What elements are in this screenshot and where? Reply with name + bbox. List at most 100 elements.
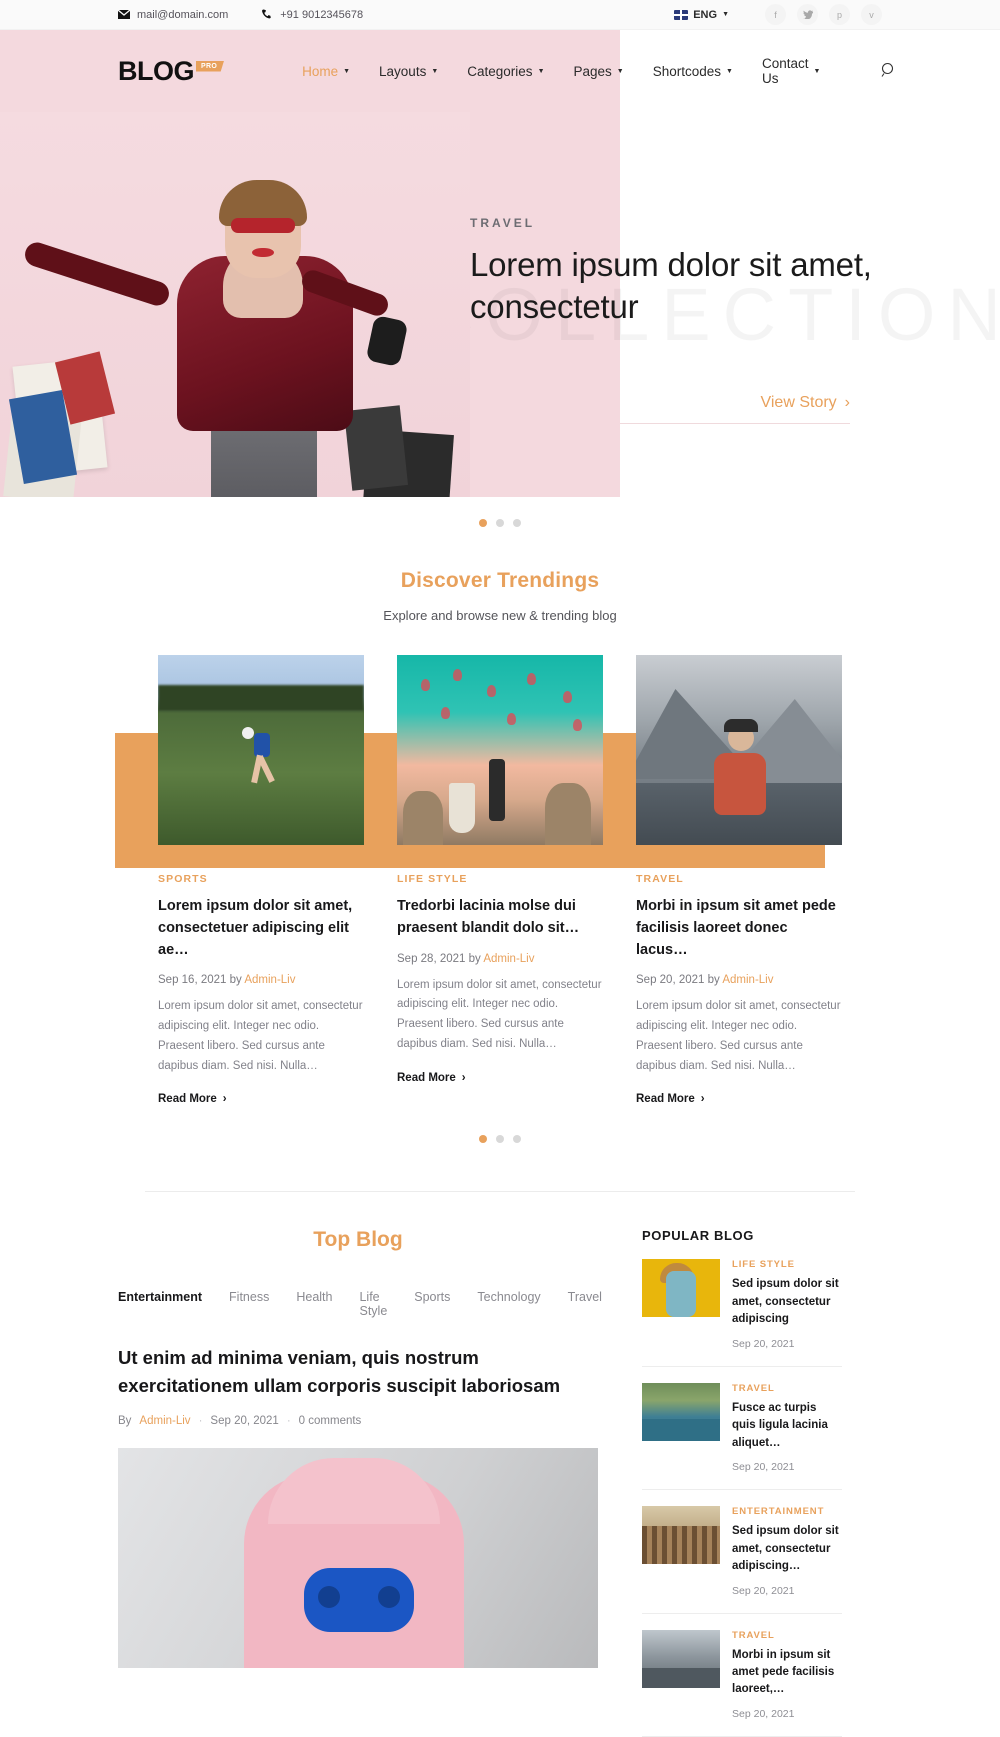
phone-icon xyxy=(262,9,273,20)
section-subtitle: Explore and browse new & trending blog xyxy=(383,608,617,623)
popular-title[interactable]: Sed ipsum dolor sit amet, consectetur ad… xyxy=(732,1276,842,1328)
post-comments[interactable]: 0 comments xyxy=(299,1415,362,1427)
trending-dot-2[interactable] xyxy=(496,1135,504,1144)
nav-label: Layouts xyxy=(379,63,427,79)
card-author[interactable]: Admin-Liv xyxy=(244,974,295,986)
hero-slider: COLLECTION TRAVEL Lorem ipsum dolor sit … xyxy=(0,112,1000,497)
post-author[interactable]: Admin-Liv xyxy=(139,1415,190,1427)
popular-title[interactable]: Sed ipsum dolor sit amet, consectetur ad… xyxy=(732,1523,842,1575)
tab-travel[interactable]: Travel xyxy=(568,1290,602,1318)
card-meta: Sep 28, 2021 by Admin-Liv xyxy=(397,953,603,965)
pinterest-icon[interactable]: p xyxy=(829,4,850,25)
facebook-icon[interactable]: f xyxy=(765,4,786,25)
topbar-right-group: ENG ▼ f p v xyxy=(674,4,1000,25)
list-item[interactable]: ENTERTAINMENT Sed ipsum dolor sit amet, … xyxy=(642,1490,842,1614)
tab-life-style[interactable]: Life Style xyxy=(359,1290,387,1318)
trending-dot-1[interactable] xyxy=(479,1135,487,1144)
chevron-right-icon: › xyxy=(844,394,850,411)
chevron-down-icon: ▼ xyxy=(431,67,439,75)
popular-date: Sep 20, 2021 xyxy=(732,1707,795,1720)
post-date: Sep 20, 2021 xyxy=(210,1415,279,1428)
popular-category[interactable]: TRAVEL xyxy=(732,1383,842,1394)
view-story-button[interactable]: View Story › xyxy=(760,394,850,412)
chevron-right-icon: › xyxy=(461,1071,466,1084)
hero-dot-2[interactable] xyxy=(496,519,504,527)
popular-title[interactable]: Morbi in ipsum sit amet pede facilisis l… xyxy=(732,1647,842,1699)
card-description: Lorem ipsum dolor sit amet, consectetur … xyxy=(397,978,602,1050)
site-logo[interactable]: BLOG PRO xyxy=(118,56,225,87)
list-item[interactable]: LIFE STYLE Sed ipsum dolor sit amet, con… xyxy=(642,1243,842,1367)
chevron-right-icon: › xyxy=(222,1093,227,1106)
tab-technology[interactable]: Technology xyxy=(477,1290,540,1318)
card-author[interactable]: Admin-Liv xyxy=(722,974,773,986)
tab-health[interactable]: Health xyxy=(296,1290,332,1318)
popular-category[interactable]: TRAVEL xyxy=(732,1630,842,1641)
trending-card-2: LIFE STYLE Tredorbi lacinia molse dui pr… xyxy=(397,873,603,1107)
read-more-button[interactable]: Read More › xyxy=(636,1093,705,1105)
card-author[interactable]: Admin-Liv xyxy=(483,953,534,965)
nav-item-contact-us[interactable]: Contact Us ▼ xyxy=(762,56,820,86)
read-more-button[interactable]: Read More › xyxy=(397,1072,466,1084)
list-item[interactable]: TRAVEL Fusce ac turpis quis ligula lacin… xyxy=(642,1367,842,1491)
chevron-right-icon: › xyxy=(700,1093,705,1106)
twitter-icon[interactable] xyxy=(797,4,818,25)
topbar-phone[interactable]: +91 9012345678 xyxy=(262,9,363,21)
card-image-travel[interactable] xyxy=(636,655,842,845)
read-more-button[interactable]: Read More › xyxy=(158,1093,227,1105)
hero-dot-1[interactable] xyxy=(479,519,487,527)
card-title[interactable]: Tredorbi lacinia molse dui praesent blan… xyxy=(397,896,603,940)
trending-cards-band xyxy=(0,655,1000,868)
popular-category[interactable]: LIFE STYLE xyxy=(732,1259,842,1270)
top-blog-tabs: Entertainment Fitness Health Life Style … xyxy=(118,1290,602,1318)
hero-dot-3[interactable] xyxy=(513,519,521,527)
language-selector[interactable]: ENG ▼ xyxy=(674,9,729,21)
sidebar-title: POPULAR BLOG xyxy=(642,1228,754,1244)
discover-trendings-section: Discover Trendings Explore and browse ne… xyxy=(0,527,1000,1193)
card-category[interactable]: LIFE STYLE xyxy=(397,873,603,885)
hero-text-block: TRAVEL Lorem ipsum dolor sit amet, conse… xyxy=(470,216,890,328)
trending-dot-3[interactable] xyxy=(513,1135,521,1144)
tab-sports[interactable]: Sports xyxy=(414,1290,450,1318)
card-meta: Sep 16, 2021 by Admin-Liv xyxy=(158,974,364,986)
card-category[interactable]: TRAVEL xyxy=(636,873,842,885)
topbar-contact-group: mail@domain.com +91 9012345678 xyxy=(0,9,363,21)
trending-card-3: TRAVEL Morbi in ipsum sit amet pede faci… xyxy=(636,873,842,1107)
nav-item-layouts[interactable]: Layouts ▼ xyxy=(379,64,438,79)
nav-item-shortcodes[interactable]: Shortcodes ▼ xyxy=(653,64,733,79)
post-title[interactable]: Ut enim ad minima veniam, quis nostrum e… xyxy=(118,1344,598,1399)
chevron-down-icon: ▼ xyxy=(722,11,729,18)
main-navigation: Home ▼ Layouts ▼ Categories ▼ Pages ▼ Sh… xyxy=(302,56,896,86)
post-meta: By Admin-Liv · Sep 20, 2021 · 0 comments xyxy=(118,1415,598,1427)
chevron-down-icon: ▼ xyxy=(726,67,733,75)
tab-fitness[interactable]: Fitness xyxy=(229,1290,269,1318)
nav-item-home[interactable]: Home ▼ xyxy=(302,64,350,79)
trending-card-images xyxy=(0,655,1000,845)
card-description: Lorem ipsum dolor sit amet, consectetur … xyxy=(636,1000,841,1072)
chevron-down-icon: ▼ xyxy=(343,67,351,75)
popular-date: Sep 20, 2021 xyxy=(732,1337,795,1350)
card-title[interactable]: Lorem ipsum dolor sit amet, consectetuer… xyxy=(158,896,364,961)
read-more-label: Read More xyxy=(397,1071,456,1084)
card-category[interactable]: SPORTS xyxy=(158,873,364,885)
list-item[interactable]: TRAVEL Morbi in ipsum sit amet pede faci… xyxy=(642,1614,842,1737)
card-image-sports[interactable] xyxy=(158,655,364,845)
tab-entertainment[interactable]: Entertainment xyxy=(118,1290,202,1318)
post-featured-image[interactable] xyxy=(118,1448,598,1669)
read-more-label: Read More xyxy=(158,1093,217,1106)
popular-category[interactable]: ENTERTAINMENT xyxy=(732,1506,842,1517)
card-date: Sep 20, 2021 xyxy=(636,974,705,987)
popular-date: Sep 20, 2021 xyxy=(732,1461,795,1474)
hero-cta-wrapper: View Story › xyxy=(620,394,850,424)
lower-content-area: Top Blog Entertainment Fitness Health Li… xyxy=(0,1228,1000,1737)
vimeo-icon[interactable]: v xyxy=(861,4,882,25)
topbar-email[interactable]: mail@domain.com xyxy=(118,9,228,21)
logo-badge: PRO xyxy=(196,60,225,72)
card-image-lifestyle[interactable] xyxy=(397,655,603,845)
card-title[interactable]: Morbi in ipsum sit amet pede facilisis l… xyxy=(636,896,842,961)
chevron-down-icon: ▼ xyxy=(616,67,624,75)
nav-item-categories[interactable]: Categories ▼ xyxy=(467,64,544,79)
chevron-down-icon: ▼ xyxy=(813,67,821,75)
search-icon[interactable] xyxy=(881,62,896,81)
popular-title[interactable]: Fusce ac turpis quis ligula lacinia aliq… xyxy=(732,1400,842,1452)
nav-item-pages[interactable]: Pages ▼ xyxy=(574,64,624,79)
